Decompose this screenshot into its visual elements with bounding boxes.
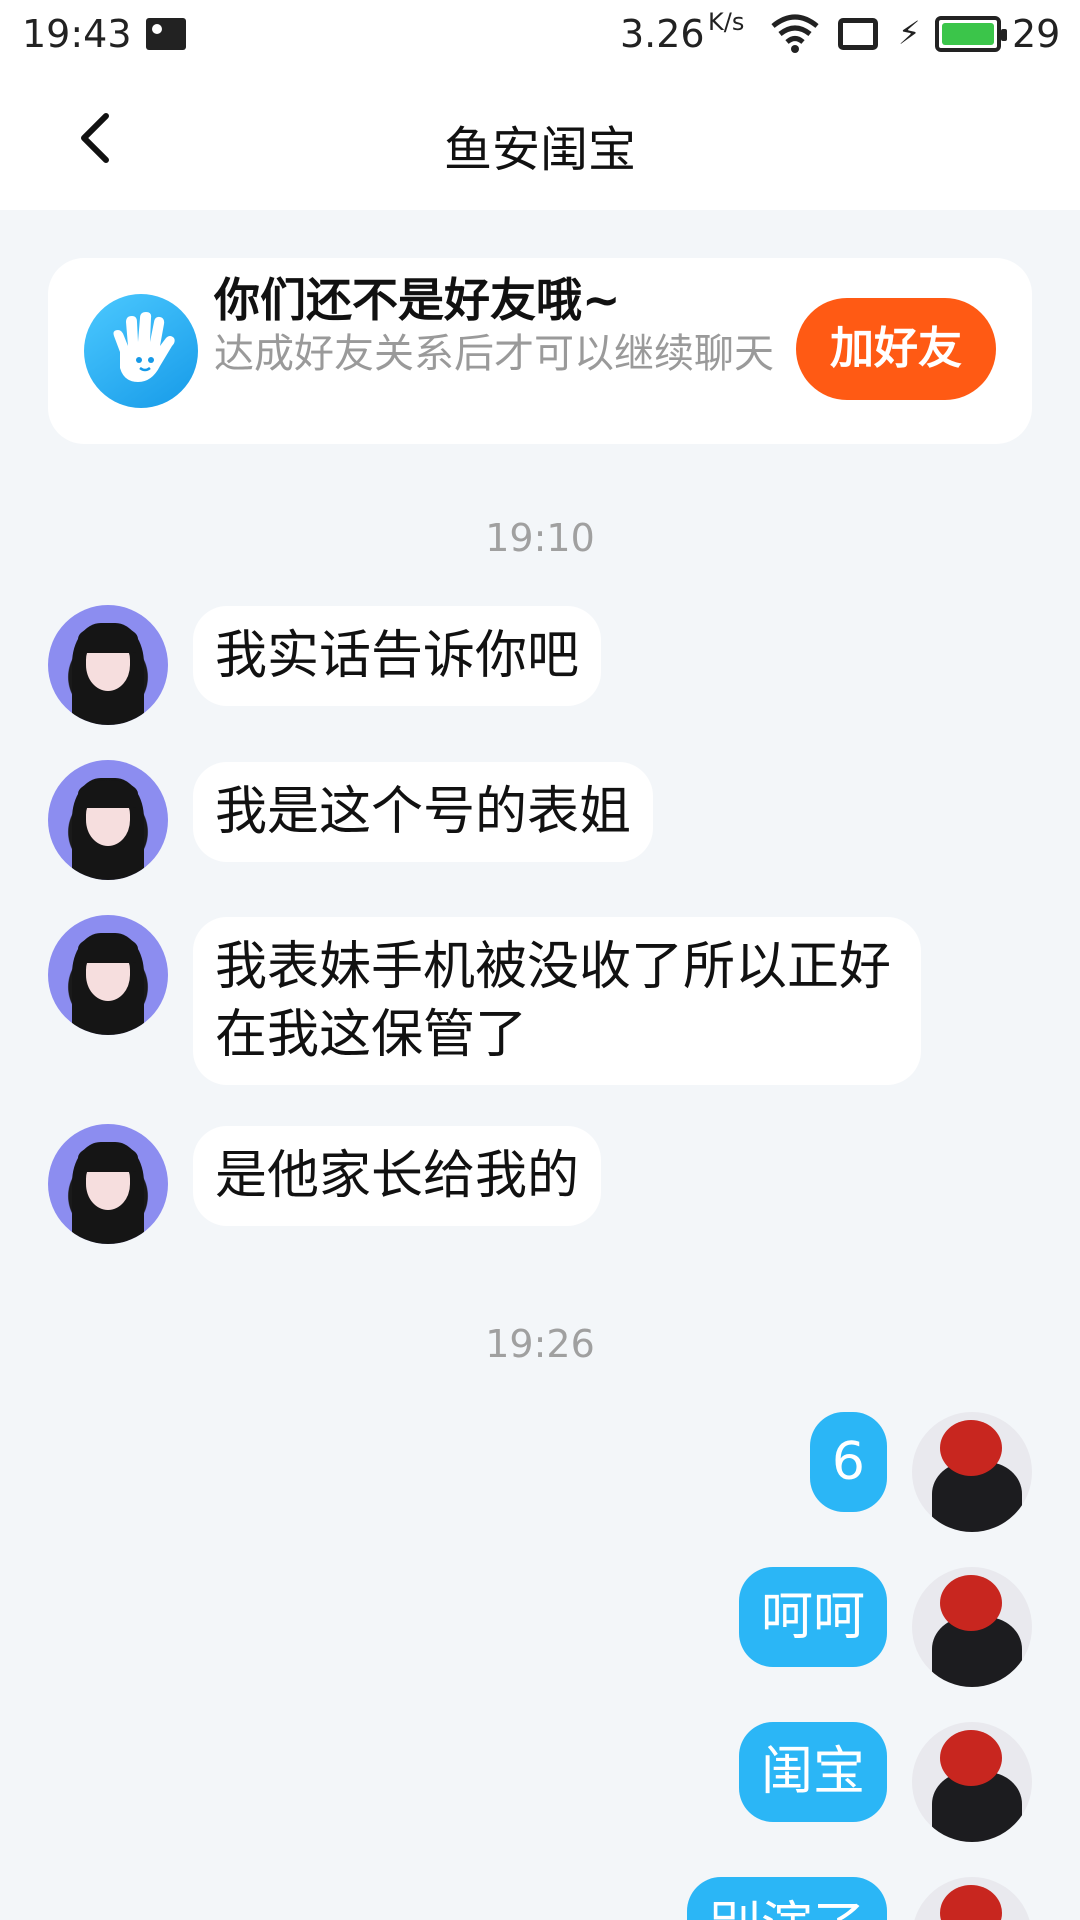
incoming-message[interactable]: 是他家长给我的 bbox=[193, 1126, 602, 1226]
banner-subtitle: 达成好友关系后才可以继续聊天 bbox=[214, 331, 774, 377]
timestamp: 19:26 bbox=[485, 1322, 595, 1366]
my-avatar[interactable] bbox=[912, 1722, 1032, 1842]
battery-icon bbox=[935, 16, 1007, 52]
incoming-message[interactable]: 我表妹手机被没收了所以正好在我这保管了 bbox=[193, 917, 921, 1085]
contact-avatar[interactable] bbox=[48, 1124, 168, 1244]
contact-avatar[interactable] bbox=[48, 605, 168, 725]
banner-title: 你们还不是好友哦~ bbox=[214, 273, 621, 327]
contact-avatar[interactable] bbox=[48, 760, 168, 880]
charging-icon: ⚡ bbox=[898, 14, 921, 52]
contact-avatar[interactable] bbox=[48, 915, 168, 1035]
status-time: 19:43 bbox=[22, 12, 132, 56]
wifi-icon bbox=[771, 14, 819, 53]
chat-header: 鱼安闺宝 bbox=[0, 70, 1080, 210]
not-friends-banner: 你们还不是好友哦~ 达成好友关系后才可以继续聊天 加好友 bbox=[48, 258, 1032, 444]
sim-icon bbox=[838, 18, 878, 50]
page-title: 鱼安闺宝 bbox=[443, 122, 636, 178]
hand-wave-icon bbox=[84, 294, 198, 408]
network-speed-unit: K/s bbox=[708, 8, 745, 36]
gallery-icon bbox=[146, 18, 186, 50]
outgoing-message[interactable]: 呵呵 bbox=[738, 1567, 887, 1667]
outgoing-message[interactable]: 闺宝 bbox=[738, 1722, 887, 1822]
outgoing-message[interactable]: 别演了 bbox=[686, 1877, 887, 1920]
status-bar: 19:43 3.26 K/s ⚡ 29 bbox=[0, 0, 1080, 70]
my-avatar[interactable] bbox=[912, 1877, 1032, 1920]
network-speed: 3.26 bbox=[620, 12, 705, 56]
my-avatar[interactable] bbox=[912, 1412, 1032, 1532]
my-avatar[interactable] bbox=[912, 1567, 1032, 1687]
outgoing-message[interactable]: 6 bbox=[809, 1412, 887, 1512]
add-friend-button[interactable]: 加好友 bbox=[796, 298, 996, 400]
incoming-message[interactable]: 我实话告诉你吧 bbox=[193, 606, 602, 706]
battery-level: 29 bbox=[1012, 12, 1061, 56]
timestamp: 19:10 bbox=[485, 516, 595, 560]
incoming-message[interactable]: 我是这个号的表姐 bbox=[193, 762, 654, 862]
